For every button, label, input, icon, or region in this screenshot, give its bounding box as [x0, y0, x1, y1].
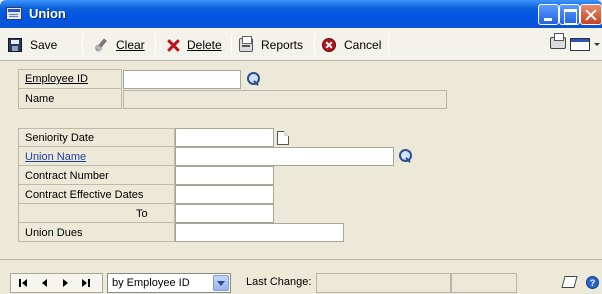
union-dues-input[interactable]	[175, 223, 344, 242]
reports-button[interactable]: Reports	[239, 28, 303, 61]
save-label: Save	[30, 37, 58, 52]
record-navigation	[10, 273, 103, 293]
cancel-label: Cancel	[344, 37, 382, 52]
first-record-button[interactable]	[19, 278, 29, 288]
union-name-input[interactable]	[175, 147, 394, 166]
calendar-note-icon[interactable]	[277, 131, 289, 145]
seniority-date-label: Seniority Date	[25, 132, 95, 144]
toolbar-separator	[231, 34, 232, 54]
printer-icon	[239, 35, 253, 52]
maximize-button[interactable]	[559, 4, 580, 25]
name-label: Name	[25, 93, 55, 105]
disk-icon	[8, 37, 22, 52]
name-field	[123, 90, 447, 109]
last-change-user-field	[451, 273, 517, 293]
form-area: Employee ID Name Seniority Date Union Na…	[0, 62, 602, 259]
label-cell	[18, 204, 175, 223]
title-bar[interactable]: Union	[0, 0, 602, 28]
next-record-button[interactable]	[61, 278, 71, 288]
status-bar: by Employee ID Last Change: ?	[0, 259, 602, 294]
chevron-down-icon[interactable]	[594, 43, 600, 46]
help-icon[interactable]: ?	[586, 276, 599, 289]
window-app-icon	[6, 7, 22, 20]
toolbar-separator	[155, 34, 156, 54]
toolbar: Save Clear Delete Reports Cancel	[0, 28, 602, 61]
save-button[interactable]: Save	[8, 28, 57, 61]
window-title: Union	[29, 6, 66, 21]
last-change-date-field	[316, 273, 451, 293]
note-icon[interactable]	[561, 276, 578, 288]
print-icon[interactable]	[550, 33, 566, 49]
window-options-icon[interactable]	[570, 38, 590, 51]
union-dues-label: Union Dues	[25, 227, 83, 239]
contract-start-date-input[interactable]	[175, 185, 274, 204]
contract-number-label: Contract Number	[25, 170, 109, 182]
delete-label: Delete	[187, 37, 222, 52]
toolbar-separator	[388, 34, 389, 54]
employee-lookup-icon[interactable]	[246, 72, 260, 86]
stop-icon	[322, 37, 336, 52]
sort-by-value: by Employee ID	[112, 277, 190, 289]
employee-id-input[interactable]	[123, 70, 241, 89]
chevron-down-icon[interactable]	[213, 275, 229, 291]
union-lookup-icon[interactable]	[398, 149, 412, 163]
contract-end-date-input[interactable]	[175, 204, 274, 223]
clear-button[interactable]: Clear	[94, 28, 145, 61]
toolbar-separator	[314, 34, 315, 54]
toolbar-separator	[82, 34, 83, 54]
sort-by-select[interactable]: by Employee ID	[107, 273, 231, 293]
employee-id-label[interactable]: Employee ID	[25, 70, 88, 89]
contract-number-input[interactable]	[175, 166, 274, 185]
contract-effective-dates-label: Contract Effective Dates	[25, 189, 144, 201]
cancel-button[interactable]: Cancel	[322, 28, 381, 61]
union-name-link[interactable]: Union Name	[25, 148, 86, 167]
previous-record-button[interactable]	[40, 278, 50, 288]
clear-label: Clear	[116, 37, 145, 52]
last-change-label: Last Change:	[246, 276, 312, 288]
delete-button[interactable]: Delete	[167, 28, 222, 61]
to-label: To	[136, 208, 148, 220]
union-window: Union Save Clear Delete Reports Cancel E…	[0, 0, 602, 294]
last-record-button[interactable]	[81, 278, 91, 288]
minimize-button[interactable]	[538, 4, 559, 25]
reports-label: Reports	[261, 37, 304, 52]
seniority-date-input[interactable]	[175, 128, 274, 147]
close-button[interactable]	[580, 4, 602, 25]
eraser-icon	[94, 38, 108, 52]
red-x-icon	[167, 39, 179, 51]
